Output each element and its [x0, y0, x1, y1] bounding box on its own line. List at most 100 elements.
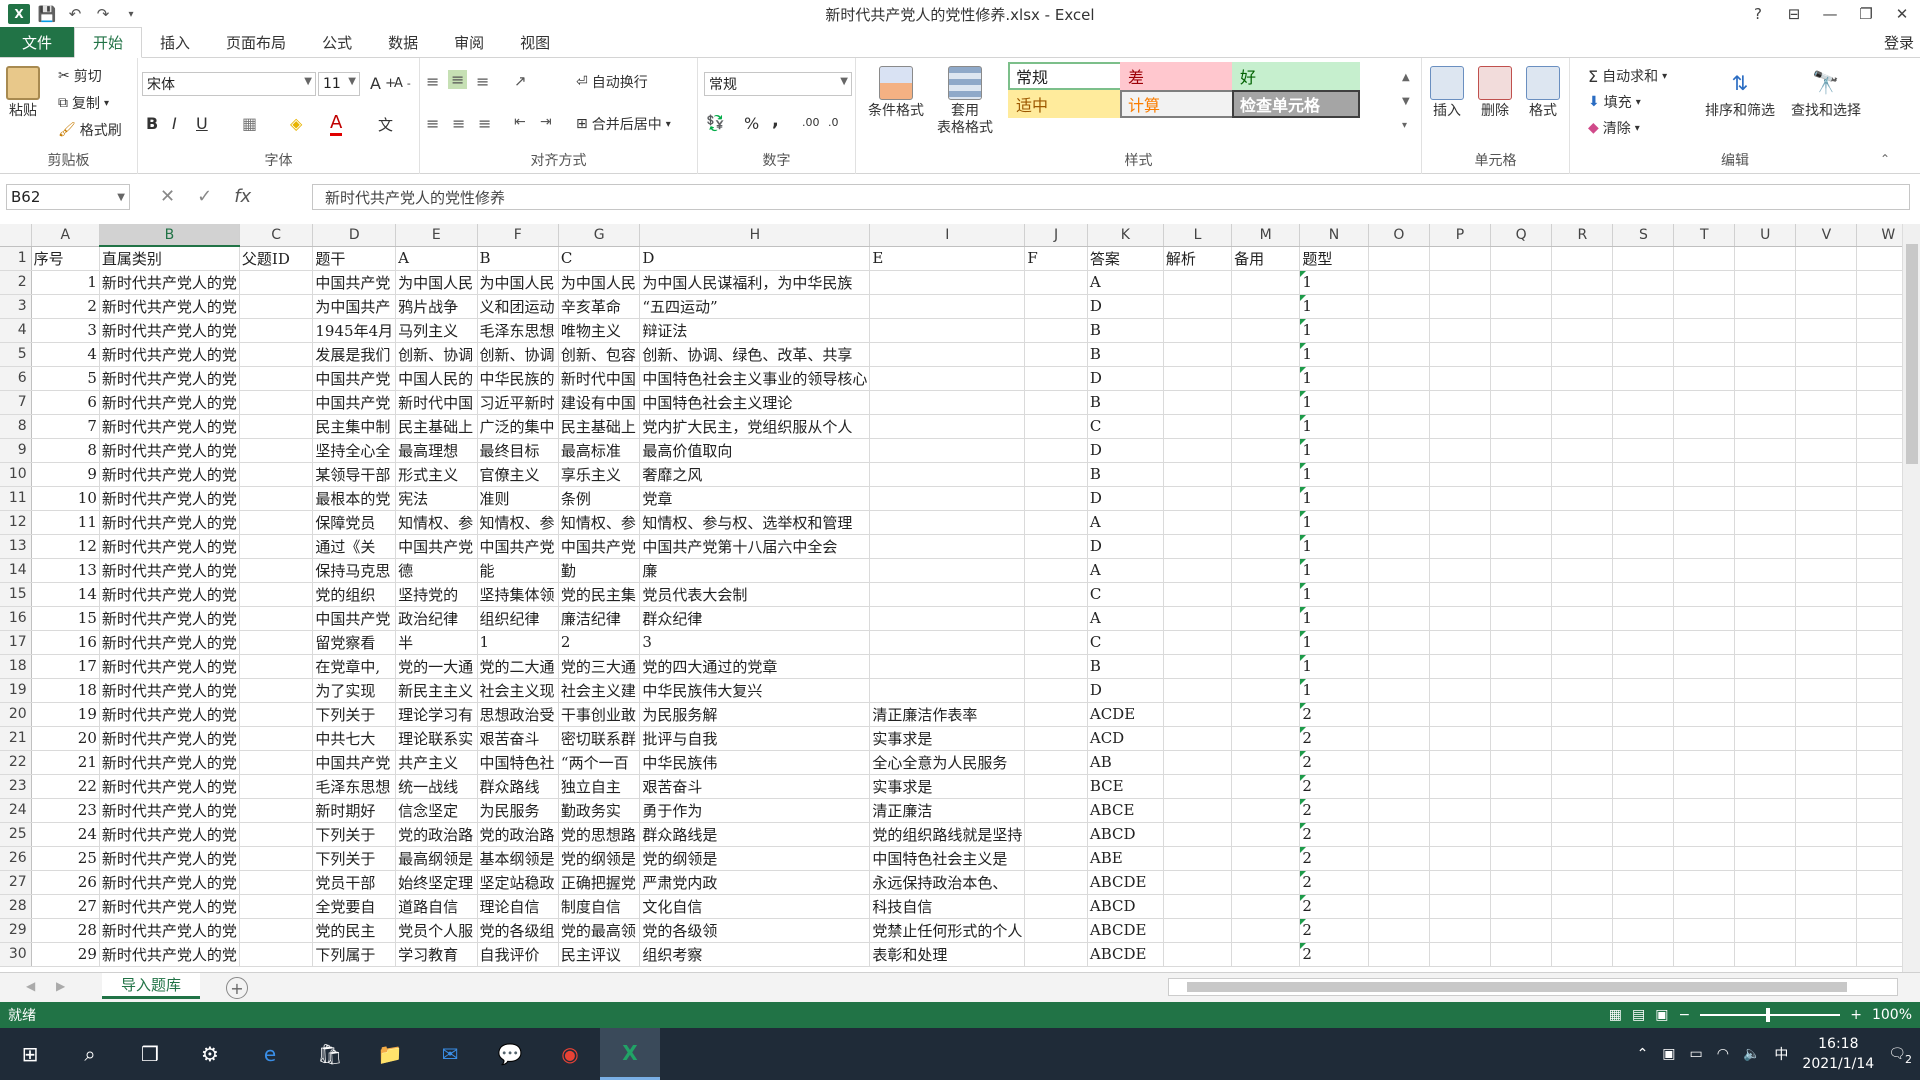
cell[interactable]: 为民服务解: [639, 702, 871, 727]
column-header[interactable]: G: [558, 224, 641, 247]
cell[interactable]: [1024, 942, 1088, 967]
cell[interactable]: 2: [1299, 918, 1369, 943]
cell[interactable]: [1612, 246, 1675, 271]
cell[interactable]: [1368, 678, 1431, 703]
cell[interactable]: [1612, 558, 1675, 583]
cell[interactable]: [1368, 798, 1431, 823]
cell[interactable]: 理论自信: [477, 894, 559, 919]
cell[interactable]: [869, 414, 1026, 439]
cell[interactable]: [1551, 942, 1614, 967]
cell[interactable]: [1551, 870, 1614, 895]
cell[interactable]: 备用: [1231, 246, 1301, 271]
cell[interactable]: [1163, 630, 1233, 655]
cell[interactable]: 新时代共产党人的党: [99, 678, 240, 703]
cell[interactable]: 勤政务实: [558, 798, 641, 823]
cell[interactable]: [1490, 678, 1553, 703]
cell[interactable]: 党的政治路: [395, 822, 478, 847]
cell[interactable]: 新时代共产党人的党: [99, 774, 240, 799]
cell[interactable]: 新时代中国: [395, 390, 478, 415]
cell[interactable]: 清正廉洁: [869, 798, 1026, 823]
cell[interactable]: 基本纲领是: [477, 846, 559, 871]
cell[interactable]: [1612, 870, 1675, 895]
cell[interactable]: [1024, 750, 1088, 775]
cell[interactable]: [1673, 438, 1736, 463]
tab-home[interactable]: 开始: [74, 27, 143, 58]
cell[interactable]: 15: [31, 606, 100, 631]
cell[interactable]: 思想政治受: [477, 702, 559, 727]
cell[interactable]: [1024, 486, 1088, 511]
cell[interactable]: 下列属于: [312, 942, 397, 967]
cell[interactable]: 新时代共产党人的党: [99, 870, 240, 895]
cell[interactable]: 新时代共产党人的党: [99, 606, 240, 631]
cell[interactable]: [1231, 438, 1301, 463]
cell[interactable]: [1490, 630, 1553, 655]
cell[interactable]: [1429, 894, 1491, 919]
tab-view[interactable]: 视图: [502, 27, 568, 57]
cell[interactable]: 中国共产党: [312, 606, 397, 631]
cell[interactable]: [1231, 558, 1301, 583]
cell[interactable]: 全心全意为人民服务: [869, 750, 1026, 775]
cell[interactable]: 1: [1299, 654, 1369, 679]
cell[interactable]: ACD: [1087, 726, 1164, 751]
cell[interactable]: 干事创业敢: [558, 702, 641, 727]
cell[interactable]: [1024, 870, 1088, 895]
cell[interactable]: 为了实现: [312, 678, 397, 703]
cell[interactable]: 最根本的党: [312, 486, 397, 511]
cell[interactable]: [1490, 918, 1553, 943]
cell[interactable]: 全党要自: [312, 894, 397, 919]
delete-cells-button[interactable]: 删除: [1478, 66, 1512, 120]
cell[interactable]: 1: [1299, 390, 1369, 415]
cell[interactable]: [1368, 942, 1431, 967]
cell[interactable]: [239, 750, 314, 775]
cell[interactable]: 中国特色社会主义是: [869, 846, 1026, 871]
cell[interactable]: [1163, 510, 1233, 535]
cell[interactable]: [1231, 366, 1301, 391]
cell[interactable]: 新时代共产党人的党: [99, 390, 240, 415]
cell[interactable]: [239, 582, 314, 607]
cell[interactable]: 29: [31, 942, 100, 967]
cell[interactable]: 4: [31, 342, 100, 367]
cell[interactable]: 宪法: [395, 486, 478, 511]
cell[interactable]: [1024, 462, 1088, 487]
cell[interactable]: [1673, 534, 1736, 559]
cell[interactable]: 群众纪律: [639, 606, 871, 631]
cell[interactable]: [1795, 414, 1858, 439]
cell[interactable]: B: [1087, 390, 1164, 415]
cell[interactable]: 永远保持政治本色、: [869, 870, 1026, 895]
cell[interactable]: [1490, 438, 1553, 463]
cell[interactable]: 中华民族的: [477, 366, 559, 391]
cell[interactable]: [1163, 846, 1233, 871]
cell[interactable]: 中国共产党: [312, 750, 397, 775]
cell[interactable]: [1673, 678, 1736, 703]
cell[interactable]: [1429, 846, 1491, 871]
cell[interactable]: 新时代共产党人的党: [99, 942, 240, 967]
cell[interactable]: [1490, 606, 1553, 631]
cell[interactable]: 2: [1299, 726, 1369, 751]
cell[interactable]: 1: [1299, 270, 1369, 295]
increase-decimal-icon[interactable]: .00: [802, 116, 820, 129]
cell[interactable]: [1368, 606, 1431, 631]
cell[interactable]: [1795, 534, 1858, 559]
row-header[interactable]: 9: [0, 438, 32, 463]
cell[interactable]: 3: [31, 318, 100, 343]
cell[interactable]: [1612, 774, 1675, 799]
cell[interactable]: [1024, 270, 1088, 295]
cell[interactable]: [1368, 558, 1431, 583]
row-header[interactable]: 7: [0, 390, 32, 415]
cell[interactable]: 3: [639, 630, 871, 655]
cell[interactable]: B: [477, 246, 559, 271]
cell[interactable]: 党的最高领: [558, 918, 641, 943]
sheet-prev-icon[interactable]: ◀: [26, 979, 35, 993]
cell[interactable]: [1673, 558, 1736, 583]
cell[interactable]: 辛亥革命: [558, 294, 641, 319]
increase-indent-icon[interactable]: ⇥: [540, 114, 552, 130]
cell[interactable]: [1024, 558, 1088, 583]
cell[interactable]: [1429, 942, 1491, 967]
column-header[interactable]: U: [1734, 224, 1797, 247]
cell[interactable]: [1551, 894, 1614, 919]
cell[interactable]: [1429, 750, 1491, 775]
cell[interactable]: [1795, 702, 1858, 727]
cell[interactable]: [1673, 246, 1736, 271]
cell[interactable]: [1734, 414, 1797, 439]
cell[interactable]: [1024, 342, 1088, 367]
